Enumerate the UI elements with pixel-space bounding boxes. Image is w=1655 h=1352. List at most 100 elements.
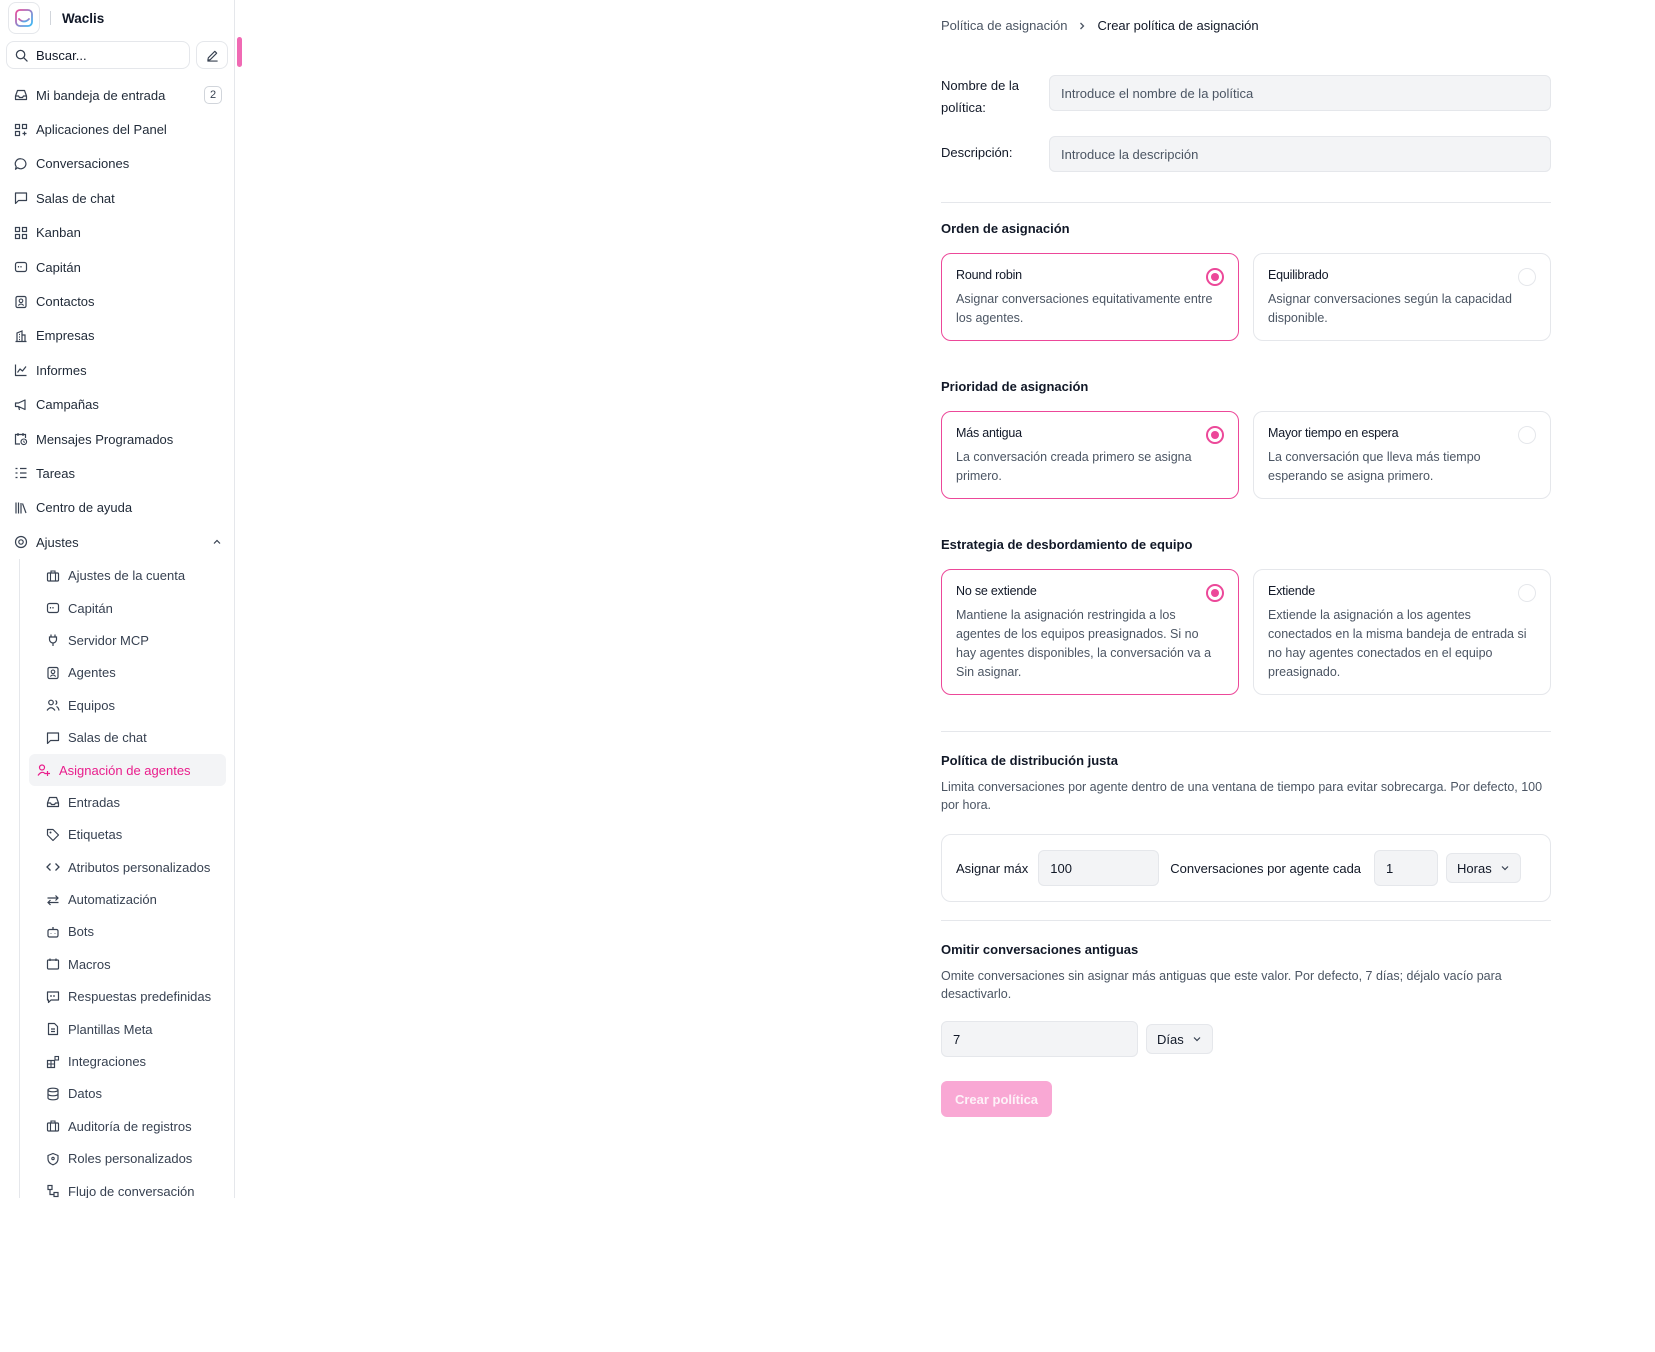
sub-item-bots[interactable]: Bots (29, 916, 226, 948)
nav-label: Capitán (36, 259, 81, 275)
sub-item-integrations[interactable]: Integraciones (29, 1045, 226, 1077)
agent-assign-icon (37, 764, 50, 776)
sidebar: Waclis Buscar... Mi bandeja de entrada 2… (0, 0, 235, 1198)
sub-item-mcp-server[interactable]: Servidor MCP (29, 624, 226, 656)
nav-label: Mi bandeja de entrada (36, 87, 166, 103)
nav-item-chat-rooms[interactable]: Salas de chat (0, 181, 234, 215)
nav-item-dashboard-apps[interactable]: Aplicaciones del Panel (0, 112, 234, 146)
nav-item-kanban[interactable]: Kanban (0, 216, 234, 250)
policy-name-row: Nombre de la política: Introduce el nomb… (941, 75, 1551, 119)
macro-icon (46, 958, 60, 970)
search-icon (15, 49, 28, 62)
sub-label: Equipos (68, 697, 115, 713)
nav-item-contacts[interactable]: Contactos (0, 284, 234, 318)
option-description: Asignar conversaciones equitativamente e… (956, 292, 1213, 325)
option-balanced[interactable]: Equilibrado Asignar conversaciones según… (1253, 253, 1551, 341)
sub-item-audit-logs[interactable]: Auditoría de registros (29, 1110, 226, 1142)
sub-label: Flujo de conversación (68, 1183, 195, 1198)
skip-old-unit-select[interactable]: Días (1146, 1024, 1213, 1054)
nav-label: Conversaciones (36, 156, 130, 172)
option-description: Asignar conversaciones según la capacida… (1268, 292, 1512, 325)
sub-item-custom-roles[interactable]: Roles personalizados (29, 1143, 226, 1175)
time-unit-value: Horas (1457, 860, 1492, 876)
nav-label: Informes (36, 362, 87, 378)
megaphone-icon (14, 399, 26, 410)
nav-item-tasks[interactable]: Tareas (0, 456, 234, 490)
sub-item-agent-assignment[interactable]: Asignación de agentes (29, 753, 226, 787)
sub-label: Salas de chat (68, 730, 147, 746)
option-round-robin[interactable]: Round robin Asignar conversaciones equit… (941, 253, 1239, 341)
sub-item-labels[interactable]: Etiquetas (29, 819, 226, 851)
sub-item-data[interactable]: Datos (29, 1078, 226, 1110)
pencil-icon (206, 50, 218, 62)
nav-label: Mensajes Programados (36, 431, 174, 447)
sub-label: Agentes (68, 665, 116, 681)
sub-item-account-settings[interactable]: Ajustes de la cuenta (29, 559, 226, 591)
calendar-clock-icon (14, 433, 28, 446)
sub-label: Ajustes de la cuenta (68, 568, 186, 584)
nav-item-companies[interactable]: Empresas (0, 319, 234, 353)
brand-divider (50, 11, 51, 25)
sub-item-meta-templates[interactable]: Plantillas Meta (29, 1013, 226, 1045)
policy-name-input[interactable]: Introduce el nombre de la política (1049, 75, 1551, 111)
nav-label: Ajustes (36, 534, 79, 550)
time-window-input[interactable]: 1 (1374, 850, 1439, 886)
nav-item-scheduled-messages[interactable]: Mensajes Programados (0, 422, 234, 456)
create-policy-button[interactable]: Crear política (941, 1081, 1052, 1117)
sub-item-automation[interactable]: Automatización (29, 883, 226, 915)
nav-item-help-center[interactable]: Centro de ayuda (0, 491, 234, 525)
radio-selected[interactable] (1206, 268, 1224, 286)
fair-distribution-title: Política de distribución justa (941, 753, 1118, 768)
team-icon (46, 699, 60, 712)
nav-item-inbox[interactable]: Mi bandeja de entrada 2 (0, 78, 234, 112)
search-input[interactable]: Buscar... (6, 41, 190, 69)
sub-label: Automatización (68, 892, 157, 908)
option-oldest[interactable]: Más antigua La conversación creada prime… (941, 411, 1239, 499)
sub-item-macros[interactable]: Macros (29, 948, 226, 980)
sub-item-inboxes[interactable]: Entradas (29, 786, 226, 818)
sub-item-custom-attributes[interactable]: Atributos personalizados (29, 851, 226, 883)
sub-label: Capitán (68, 600, 113, 616)
nav-item-campaigns[interactable]: Campañas (0, 388, 234, 422)
radio-unselected[interactable] (1518, 426, 1536, 444)
description-input[interactable]: Introduce la descripción (1049, 136, 1551, 172)
option-description: Extiende la asignación a los agentes con… (1268, 608, 1527, 679)
option-longest-waiting[interactable]: Mayor tiempo en espera La conversación q… (1253, 411, 1551, 499)
bot-icon (47, 926, 59, 938)
sub-label: Respuestas predefinidas (68, 989, 212, 1005)
sub-item-conversation-flow[interactable]: Flujo de conversación (29, 1175, 226, 1198)
sub-item-chat-rooms[interactable]: Salas de chat (29, 721, 226, 753)
skip-old-input[interactable]: 7 (941, 1021, 1138, 1057)
radio-unselected[interactable] (1518, 584, 1536, 602)
policy-name-label: Nombre de la política: (941, 78, 1020, 115)
brand[interactable]: Waclis (8, 2, 104, 34)
agent-icon (47, 666, 59, 679)
shield-icon (47, 1152, 59, 1166)
building-icon (15, 330, 27, 343)
app-name: Waclis (62, 10, 105, 26)
option-no-extend[interactable]: No se extiende Mantiene la asignación re… (941, 569, 1239, 695)
assign-max-label: Asignar máx (956, 860, 1029, 876)
nav-item-captain[interactable]: Capitán (0, 250, 234, 284)
compose-button[interactable] (196, 41, 228, 69)
sub-item-captain[interactable]: Capitán (29, 592, 226, 624)
nav-item-reports[interactable]: Informes (0, 353, 234, 387)
breadcrumb-parent-link[interactable]: Política de asignación (941, 18, 1067, 33)
chevron-up-icon[interactable] (212, 537, 222, 547)
sub-item-teams[interactable]: Equipos (29, 689, 226, 721)
nav-item-conversations[interactable]: Conversaciones (0, 147, 234, 181)
sub-label: Plantillas Meta (68, 1021, 153, 1037)
nav-item-settings[interactable]: Ajustes (0, 525, 234, 559)
section-divider (941, 731, 1551, 732)
settings-icon (14, 536, 28, 549)
radio-selected[interactable] (1206, 426, 1224, 444)
time-unit-select[interactable]: Horas (1446, 853, 1521, 883)
option-title: Mayor tiempo en espera (1268, 426, 1399, 440)
option-extend[interactable]: Extiende Extiende la asignación a los ag… (1253, 569, 1551, 695)
assign-max-input[interactable]: 100 (1038, 850, 1160, 886)
radio-selected[interactable] (1206, 584, 1224, 602)
sidebar-resize-handle[interactable] (237, 37, 242, 67)
sub-item-agents[interactable]: Agentes (29, 657, 226, 689)
radio-unselected[interactable] (1518, 268, 1536, 286)
sub-item-canned-responses[interactable]: Respuestas predefinidas (29, 981, 226, 1013)
